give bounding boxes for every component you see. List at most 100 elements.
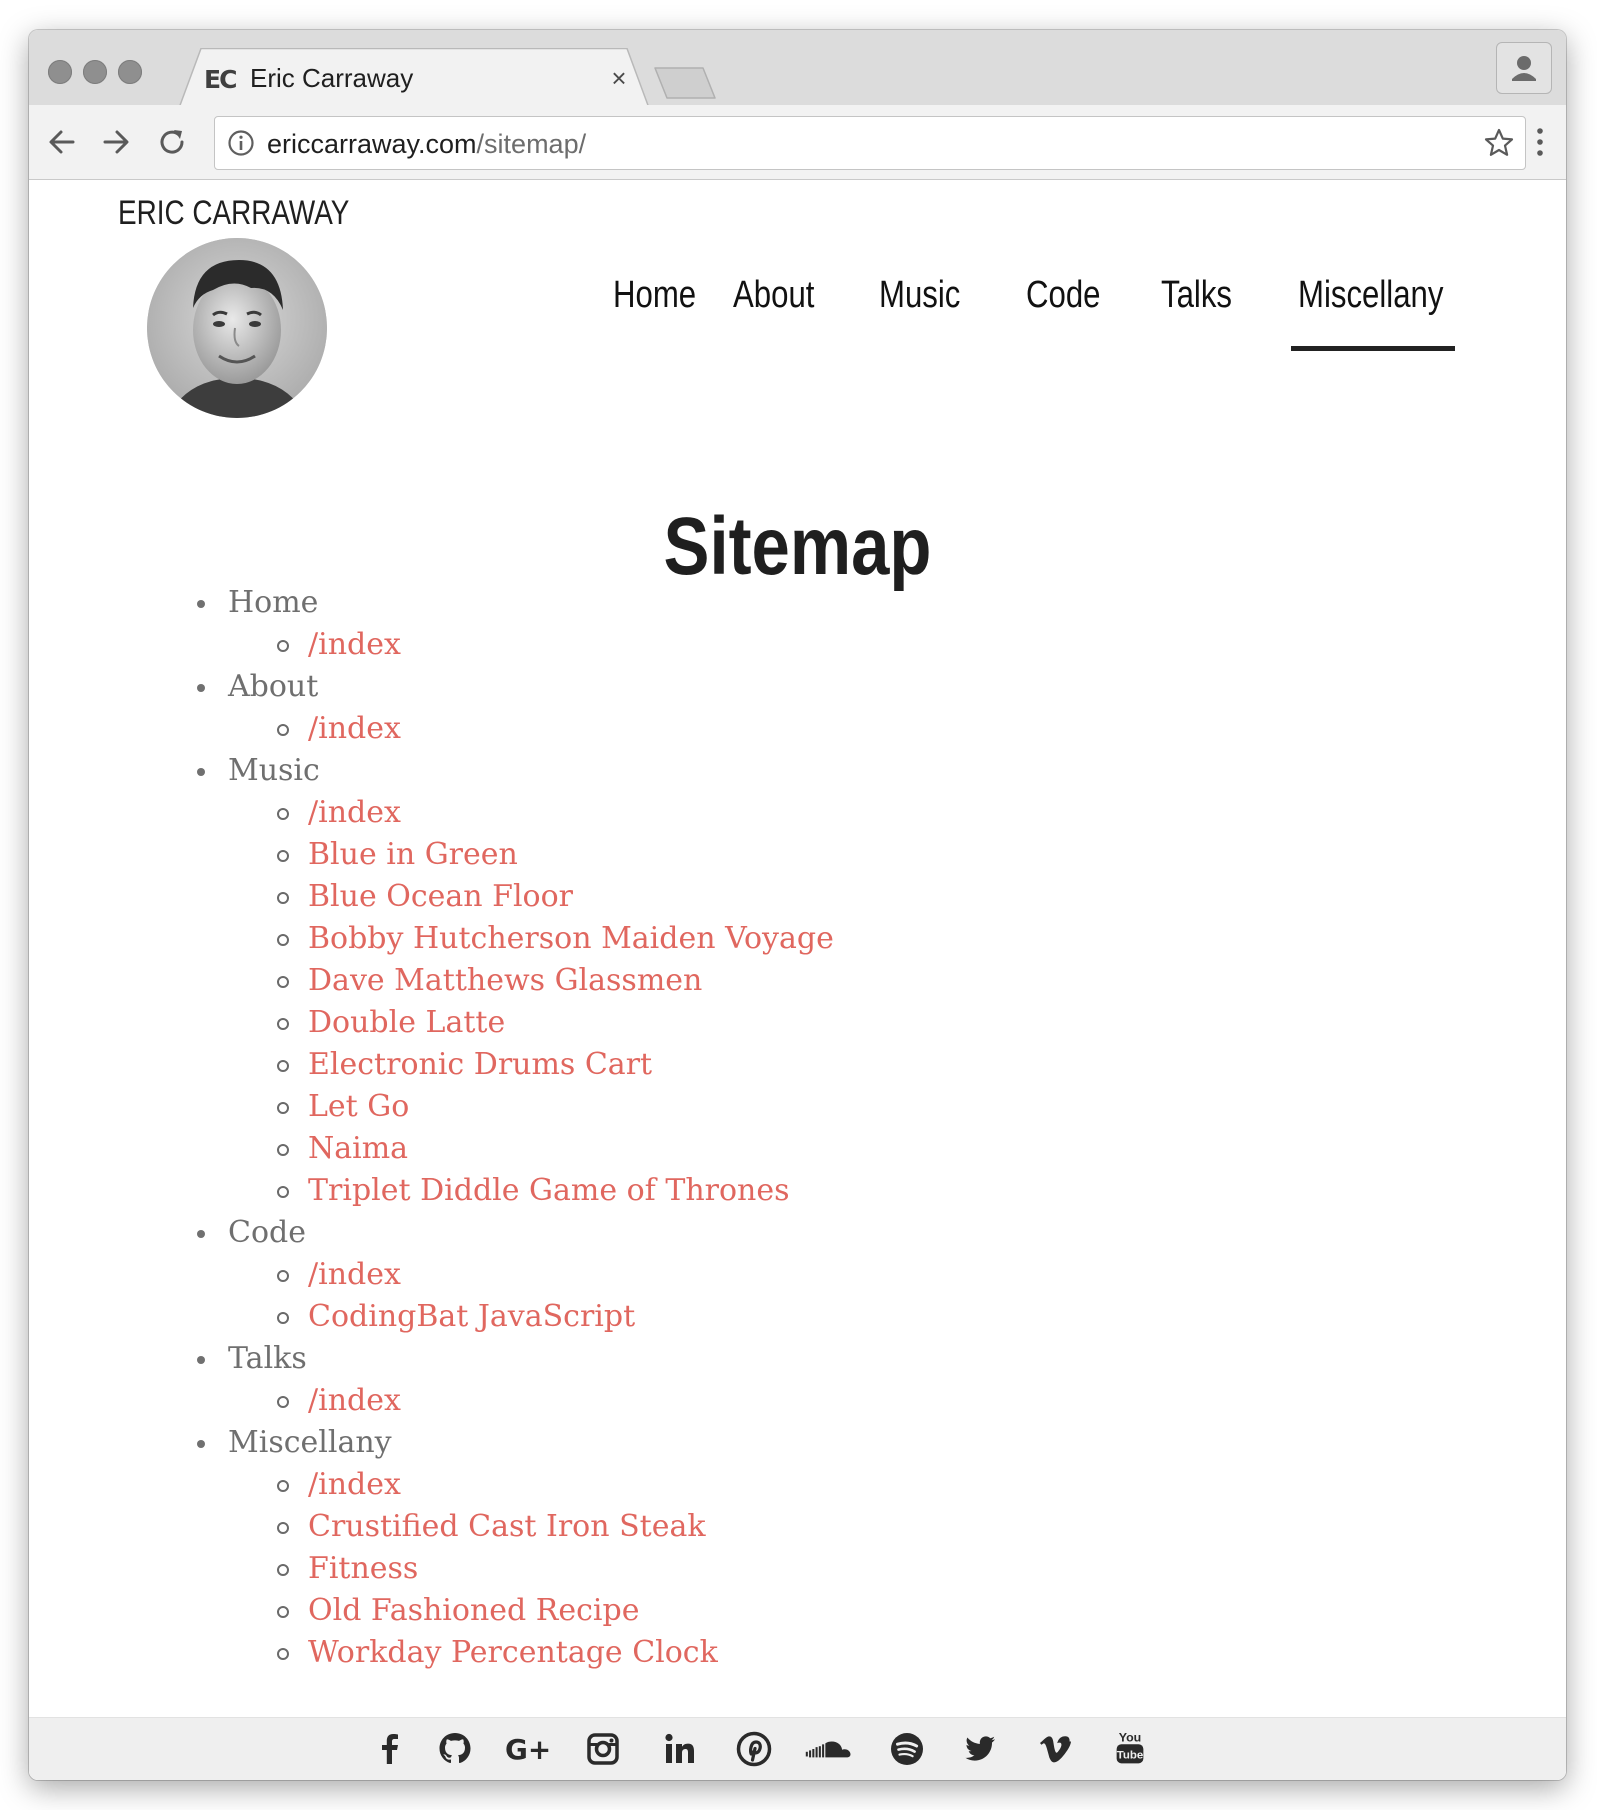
sitemap-link[interactable]: /index <box>308 1467 401 1502</box>
google-plus-icon[interactable]: G+ <box>503 1727 559 1771</box>
forward-arrow-icon[interactable] <box>97 123 135 161</box>
sitemap-link[interactable]: CodingBat JavaScript <box>308 1299 635 1334</box>
reload-icon[interactable] <box>153 123 191 161</box>
sitemap-section-about: About /index <box>197 666 834 750</box>
section-label: Code <box>197 1212 834 1254</box>
tab-strip: EC Eric Carraway × <box>29 30 1566 108</box>
section-label: Talks <box>197 1338 834 1380</box>
svg-text:G+: G+ <box>505 1733 551 1766</box>
pinterest-icon[interactable] <box>732 1727 776 1771</box>
youtube-you-text: You <box>1119 1730 1141 1744</box>
list-item: Blue in Green <box>197 834 834 876</box>
sitemap-link[interactable]: Crustified Cast Iron Steak <box>308 1509 706 1544</box>
nav-item-miscellany[interactable]: Miscellany <box>1298 274 1443 334</box>
person-icon <box>1512 56 1536 81</box>
bookmark-star-icon[interactable] <box>1483 127 1515 159</box>
nav-item-talks[interactable]: Talks <box>1161 274 1232 334</box>
list-item: Crustified Cast Iron Steak <box>197 1506 834 1548</box>
nav-item-about[interactable]: About <box>733 274 814 334</box>
youtube-icon[interactable]: You Tube <box>1108 1727 1152 1771</box>
sitemap-link[interactable]: Triplet Diddle Game of Thrones <box>308 1173 790 1208</box>
sitemap-link[interactable]: Blue in Green <box>308 837 518 872</box>
sitemap-link[interactable]: /index <box>308 627 401 662</box>
sitemap-link[interactable]: /index <box>308 1383 401 1418</box>
tab-title: Eric Carraway <box>250 63 414 93</box>
sitemap-link[interactable]: Let Go <box>308 1089 409 1124</box>
url-domain: ericcarraway.com <box>267 129 477 159</box>
close-window-button[interactable] <box>48 60 72 84</box>
list-item: Bobby Hutcherson Maiden Voyage <box>197 918 834 960</box>
list-item: Workday Percentage Clock <box>197 1632 834 1674</box>
nav-item-home[interactable]: Home <box>613 274 696 334</box>
sitemap-link[interactable]: Fitness <box>308 1551 418 1586</box>
twitter-icon[interactable] <box>958 1727 1002 1771</box>
sitemap-link[interactable]: Dave Matthews Glassmen <box>308 963 702 998</box>
list-item: Fitness <box>197 1548 834 1590</box>
address-bar[interactable]: ericcarraway.com/sitemap/ <box>214 116 1526 170</box>
sitemap-section-miscellany: Miscellany /index Crustified Cast Iron S… <box>197 1422 834 1674</box>
list-item: Old Fashioned Recipe <box>197 1590 834 1632</box>
list-item: Naima <box>197 1128 834 1170</box>
list-item: Blue Ocean Floor <box>197 876 834 918</box>
sitemap-section-talks: Talks /index <box>197 1338 834 1422</box>
footer-social-bar: G+ You Tube <box>29 1717 1566 1780</box>
url-text: ericcarraway.com/sitemap/ <box>267 129 586 160</box>
sitemap-link[interactable]: Old Fashioned Recipe <box>308 1593 639 1628</box>
browser-window: EC Eric Carraway × ericcarraway.com/site… <box>29 30 1566 1780</box>
section-label: Music <box>197 750 834 792</box>
list-item: Dave Matthews Glassmen <box>197 960 834 1002</box>
nav-item-code[interactable]: Code <box>1026 274 1100 334</box>
url-path: /sitemap/ <box>476 129 587 159</box>
spotify-icon[interactable] <box>885 1727 929 1771</box>
sitemap-link[interactable]: /index <box>308 711 401 746</box>
new-tab-button[interactable] <box>653 66 719 100</box>
section-label: Home <box>197 582 834 624</box>
list-item: /index <box>197 792 834 834</box>
sitemap-link[interactable]: Electronic Drums Cart <box>308 1047 652 1082</box>
list-item: /index <box>197 1380 834 1422</box>
nav-active-indicator <box>1291 346 1455 351</box>
section-label: Miscellany <box>197 1422 834 1464</box>
list-item: /index <box>197 1464 834 1506</box>
list-item: Triplet Diddle Game of Thrones <box>197 1170 834 1212</box>
list-item: Let Go <box>197 1086 834 1128</box>
nav-item-music[interactable]: Music <box>879 274 960 334</box>
sitemap-link[interactable]: Naima <box>308 1131 408 1166</box>
site-info-icon[interactable] <box>227 129 255 157</box>
sitemap-link[interactable]: Double Latte <box>308 1005 505 1040</box>
sitemap-link[interactable]: Bobby Hutcherson Maiden Voyage <box>308 921 834 956</box>
sitemap-link[interactable]: Workday Percentage Clock <box>308 1635 718 1670</box>
list-item: /index <box>197 624 834 666</box>
sitemap-link[interactable]: /index <box>308 1257 401 1292</box>
sitemap-link[interactable]: /index <box>308 795 401 830</box>
linkedin-icon[interactable] <box>658 1727 702 1771</box>
list-item: CodingBat JavaScript <box>197 1296 834 1338</box>
site-title[interactable]: ERIC CARRAWAY <box>118 194 349 233</box>
sitemap-list: Home /index About /index Music /index Bl… <box>197 582 834 1674</box>
facebook-icon[interactable] <box>368 1727 412 1771</box>
list-item: Double Latte <box>197 1002 834 1044</box>
main-nav: Home About Music Code Talks Miscellany <box>29 274 1566 344</box>
page-viewport: ERIC CARRAWAY Home About Music Code Talk… <box>29 180 1566 1780</box>
zoom-window-button[interactable] <box>118 60 142 84</box>
page-title: Sitemap <box>29 500 1566 594</box>
vimeo-icon[interactable] <box>1034 1727 1078 1771</box>
browser-toolbar: ericcarraway.com/sitemap/ <box>29 105 1566 180</box>
github-icon[interactable] <box>433 1727 477 1771</box>
youtube-tube-text: Tube <box>1117 1750 1143 1762</box>
sitemap-section-code: Code /index CodingBat JavaScript <box>197 1212 834 1338</box>
back-arrow-icon[interactable] <box>43 123 81 161</box>
minimize-window-button[interactable] <box>83 60 107 84</box>
page-title-text: Sitemap <box>663 500 932 592</box>
browser-menu-icon[interactable] <box>1534 123 1546 161</box>
section-label: About <box>197 666 834 708</box>
profile-button[interactable] <box>1496 42 1552 94</box>
sitemap-link[interactable]: Blue Ocean Floor <box>308 879 573 914</box>
instagram-icon[interactable] <box>581 1727 625 1771</box>
sitemap-section-music: Music /index Blue in Green Blue Ocean Fl… <box>197 750 834 1212</box>
list-item: /index <box>197 708 834 750</box>
list-item: /index <box>197 1254 834 1296</box>
favicon-icon: EC <box>204 65 237 94</box>
tab-close-icon[interactable]: × <box>604 63 634 93</box>
soundcloud-icon[interactable] <box>801 1727 859 1771</box>
